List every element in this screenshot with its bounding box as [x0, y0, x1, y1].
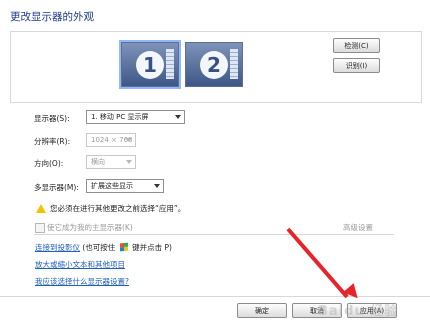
- monitor-2-number: 2: [200, 50, 228, 79]
- ok-button[interactable]: 确定: [237, 303, 287, 318]
- chevron-down-icon: [126, 138, 132, 142]
- display-label: 显示器(S):: [34, 114, 70, 123]
- orientation-label: 方向(O):: [34, 159, 64, 168]
- display-select[interactable]: 1. 移动 PC 显示屏: [86, 110, 185, 124]
- projector-link-line: 连接到投影仪 (也可按住 键并点击 P): [35, 242, 172, 253]
- orientation-select-value: 横向: [91, 158, 105, 166]
- multiple-displays-select-value: 扩展这些显示: [91, 182, 133, 190]
- projector-hint-tail: 键并点击 P): [129, 243, 172, 252]
- warning-message: 您必须在进行其他更改之前选择“应用”。: [50, 204, 186, 213]
- window-title: 更改显示器的外观: [10, 11, 94, 23]
- chevron-down-icon: [126, 160, 132, 164]
- text-size-link[interactable]: 放大或缩小文本和其他项目: [35, 259, 125, 270]
- watermark: Baidu 经验: [318, 304, 399, 319]
- multiple-displays-label: 多显示器(M):: [34, 183, 79, 192]
- projector-link[interactable]: 连接到投影仪: [35, 243, 80, 252]
- main-display-checkbox: [35, 223, 45, 233]
- monitor-2[interactable]: 2: [185, 42, 243, 87]
- warning-icon: [36, 204, 46, 213]
- resolution-label: 分辨率(R):: [34, 137, 71, 146]
- orientation-select: 横向: [86, 155, 136, 169]
- chevron-down-icon: [154, 184, 160, 188]
- identify-button[interactable]: 识别(I): [333, 58, 380, 73]
- resolution-select: 1024 × 768: [86, 133, 136, 147]
- main-display-checkbox-label: 使它成为我的主显示器(K): [47, 223, 133, 232]
- monitor-1-number: 1: [136, 50, 164, 79]
- which-settings-link[interactable]: 我应该选择什么显示器设置?: [35, 276, 129, 287]
- multiple-displays-select[interactable]: 扩展这些显示: [86, 179, 164, 193]
- divider: [34, 234, 394, 235]
- display-select-value: 1. 移动 PC 显示屏: [91, 113, 149, 121]
- windows-key-icon: [119, 242, 128, 252]
- projector-hint: (也可按住: [80, 243, 118, 252]
- monitor-1-pane-icon: [166, 49, 174, 79]
- monitor-2-pane-icon: [230, 49, 238, 79]
- detect-button[interactable]: 检测(C): [333, 38, 380, 53]
- advanced-settings-link: 高级设置: [343, 223, 373, 232]
- footer-divider: [0, 296, 430, 297]
- chevron-down-icon: [175, 115, 181, 119]
- monitor-arrangement-panel: 1 2 检测(C) 识别(I): [10, 31, 422, 103]
- monitor-1[interactable]: 1: [121, 42, 179, 87]
- annotation-arrow-line: [286, 227, 349, 299]
